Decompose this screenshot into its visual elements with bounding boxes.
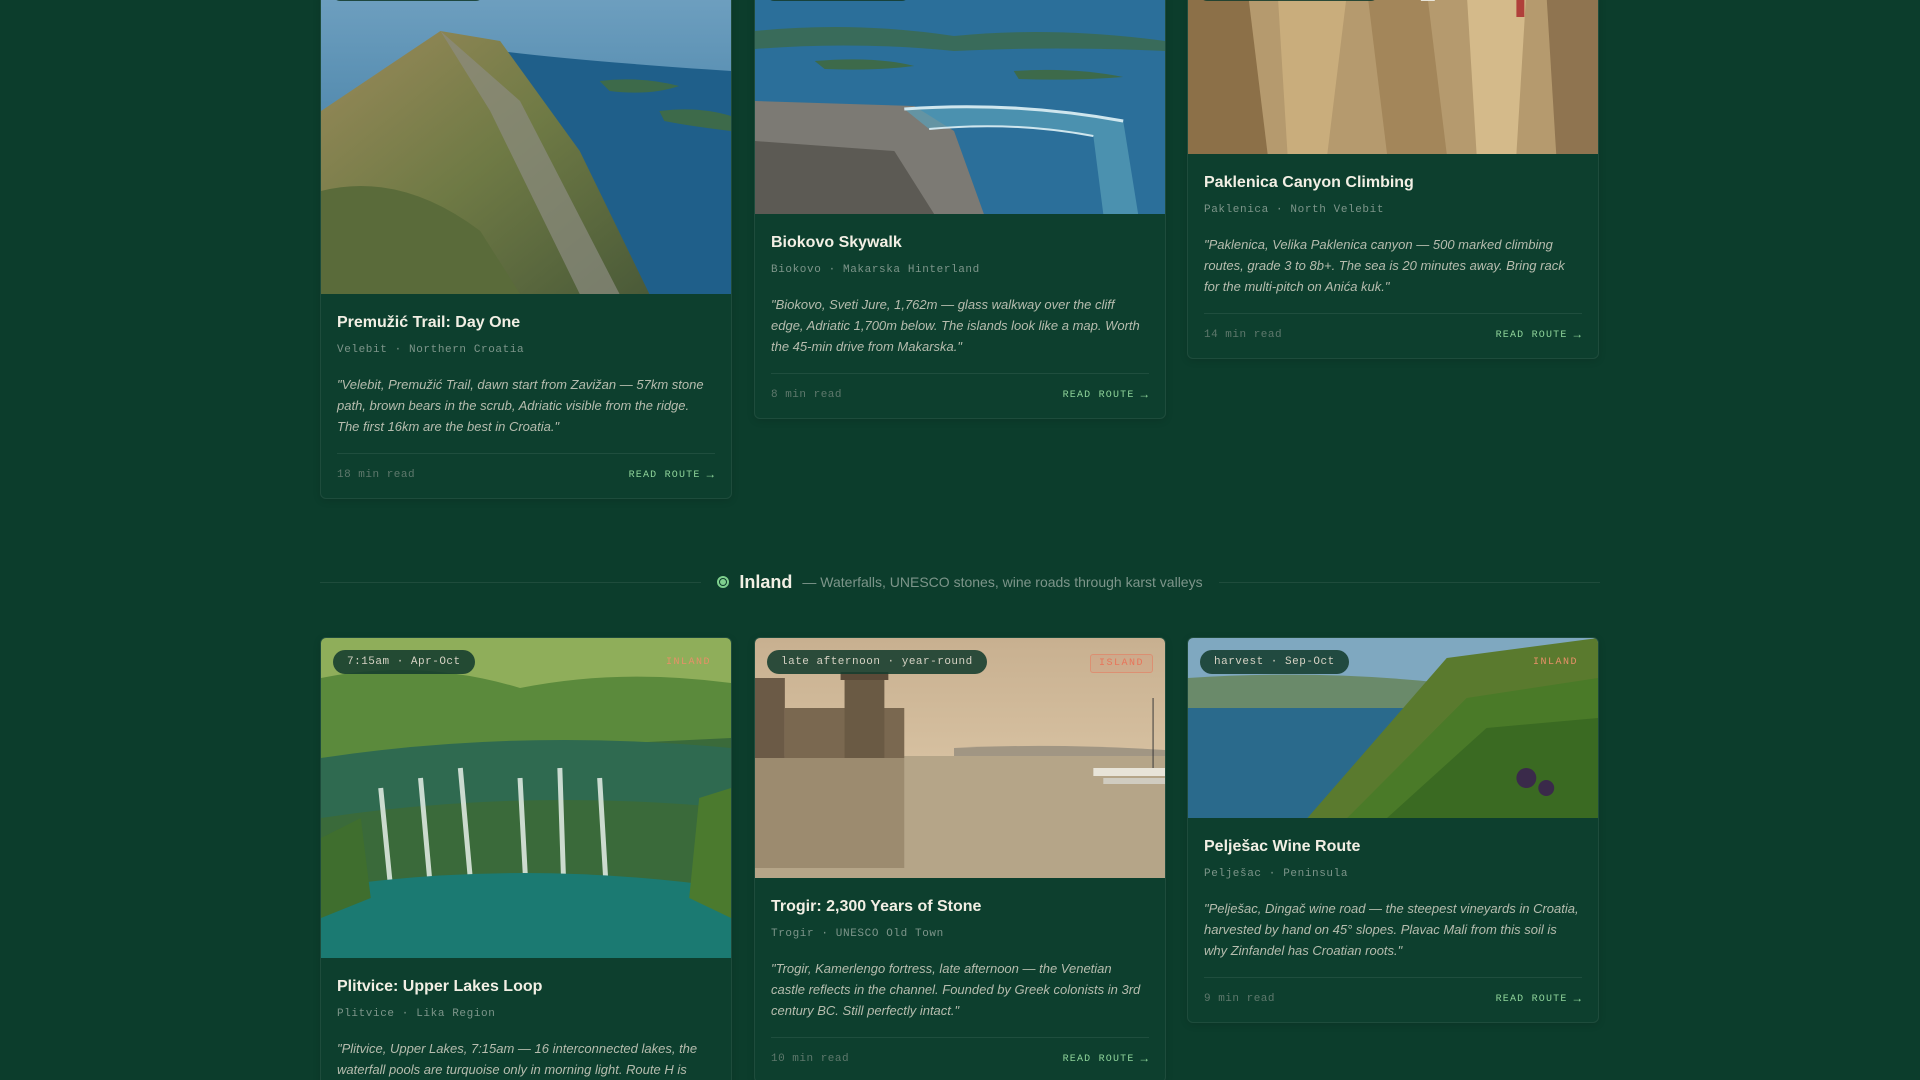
time-badge xyxy=(333,0,483,1)
card-footer: 10 min read READ ROUTE → xyxy=(771,1037,1149,1066)
card-image xyxy=(321,0,731,294)
card-quote: "Trogir, Kamerlengo fortress, late after… xyxy=(771,961,1141,1018)
card-title: Biokovo Skywalk xyxy=(771,234,902,251)
card-location: Pelješac · Peninsula xyxy=(1204,868,1349,880)
card-quote: "Velebit, Premužić Trail, dawn start fro… xyxy=(337,377,704,434)
card-image: late afternoon · year-round ISLAND xyxy=(755,638,1165,878)
region-tag: ISLAND xyxy=(1089,654,1153,673)
card-location: Paklenica · North Velebit xyxy=(1204,204,1385,216)
card-title: Paklenica Canyon Climbing xyxy=(1204,174,1414,191)
card-quote: "Paklenica, Velika Paklenica canyon — 50… xyxy=(1204,237,1565,294)
card-footer: 18 min read READ ROUTE → xyxy=(337,453,715,482)
read-route-label: READ ROUTE xyxy=(1495,329,1568,341)
card-image: 7:15am · Apr-Oct INLAND xyxy=(321,638,731,958)
card-location: Biokovo · Makarska Hinterland xyxy=(771,264,980,276)
time-badge xyxy=(1200,0,1378,1)
route-card[interactable]: harvest · Sep-Oct INLAND Pelješac Wine R… xyxy=(1187,637,1599,1023)
section-header: Inland — Waterfalls, UNESCO stones, wine… xyxy=(320,570,1600,594)
card-image xyxy=(1188,0,1598,154)
arrow-right-icon: → xyxy=(1573,992,1582,1006)
read-time: 14 min read xyxy=(1204,329,1283,341)
route-card[interactable]: Paklenica Canyon Climbing Paklenica · No… xyxy=(1187,0,1599,359)
card-quote: "Plitvice, Upper Lakes, 7:15am — 16 inte… xyxy=(337,1041,698,1077)
card-footer: 9 min read READ ROUTE → xyxy=(1204,977,1582,1006)
read-route-link[interactable]: READ ROUTE → xyxy=(1496,992,1582,1006)
arrow-right-icon: → xyxy=(1140,1052,1149,1066)
card-title: Premužić Trail: Day One xyxy=(337,314,521,331)
region-tag: INLAND xyxy=(1532,657,1578,668)
read-route-link[interactable]: READ ROUTE → xyxy=(1063,388,1149,402)
arrow-right-icon: → xyxy=(706,468,715,482)
route-card[interactable]: 7:15am · Apr-Oct INLAND Plitvice: Upper … xyxy=(320,637,732,1080)
read-route-link[interactable]: READ ROUTE → xyxy=(1496,328,1582,342)
card-quote: "Biokovo, Sveti Jure, 1,762m — glass wal… xyxy=(771,297,1140,354)
read-time: 9 min read xyxy=(1204,993,1276,1005)
read-route-label: READ ROUTE xyxy=(1495,993,1568,1005)
section-subtitle: — Waterfalls, UNESCO stones, wine roads … xyxy=(802,574,1203,590)
route-card[interactable]: late afternoon · year-round ISLAND Trogi… xyxy=(754,637,1166,1080)
read-time: 10 min read xyxy=(771,1053,850,1065)
card-location: Trogir · UNESCO Old Town xyxy=(771,928,944,940)
card-title: Plitvice: Upper Lakes Loop xyxy=(337,978,543,995)
section-dot-icon xyxy=(717,576,730,588)
card-footer: 8 min read READ ROUTE → xyxy=(771,373,1149,402)
arrow-right-icon: → xyxy=(1140,388,1149,402)
time-badge: harvest · Sep-Oct xyxy=(1200,650,1349,674)
time-badge xyxy=(767,0,909,1)
card-location: Velebit · Northern Croatia xyxy=(337,344,525,356)
card-image: harvest · Sep-Oct INLAND xyxy=(1188,638,1598,818)
region-tag: INLAND xyxy=(665,657,711,668)
read-time: 8 min read xyxy=(771,389,843,401)
read-route-label: READ ROUTE xyxy=(628,469,701,481)
card-footer: 14 min read READ ROUTE → xyxy=(1204,313,1582,342)
read-route-link[interactable]: READ ROUTE → xyxy=(629,468,715,482)
read-route-link[interactable]: READ ROUTE → xyxy=(1063,1052,1149,1066)
card-quote: "Pelješac, Dingač wine road — the steepe… xyxy=(1204,901,1579,958)
route-card[interactable]: Biokovo Skywalk Biokovo · Makarska Hinte… xyxy=(754,0,1166,419)
time-badge: late afternoon · year-round xyxy=(767,650,987,674)
card-image xyxy=(755,0,1165,214)
arrow-right-icon: → xyxy=(1573,328,1582,342)
read-time: 18 min read xyxy=(337,469,416,481)
read-route-label: READ ROUTE xyxy=(1062,1053,1135,1065)
route-card[interactable]: Premužić Trail: Day One Velebit · Northe… xyxy=(320,0,732,499)
read-route-label: READ ROUTE xyxy=(1062,389,1135,401)
divider xyxy=(1218,581,1600,583)
time-badge: 7:15am · Apr-Oct xyxy=(333,650,475,674)
card-location: Plitvice · Lika Region xyxy=(337,1008,496,1020)
card-title: Trogir: 2,300 Years of Stone xyxy=(771,898,982,915)
section-title: Inland xyxy=(739,571,793,592)
divider xyxy=(320,581,702,583)
card-title: Pelješac Wine Route xyxy=(1204,838,1361,855)
